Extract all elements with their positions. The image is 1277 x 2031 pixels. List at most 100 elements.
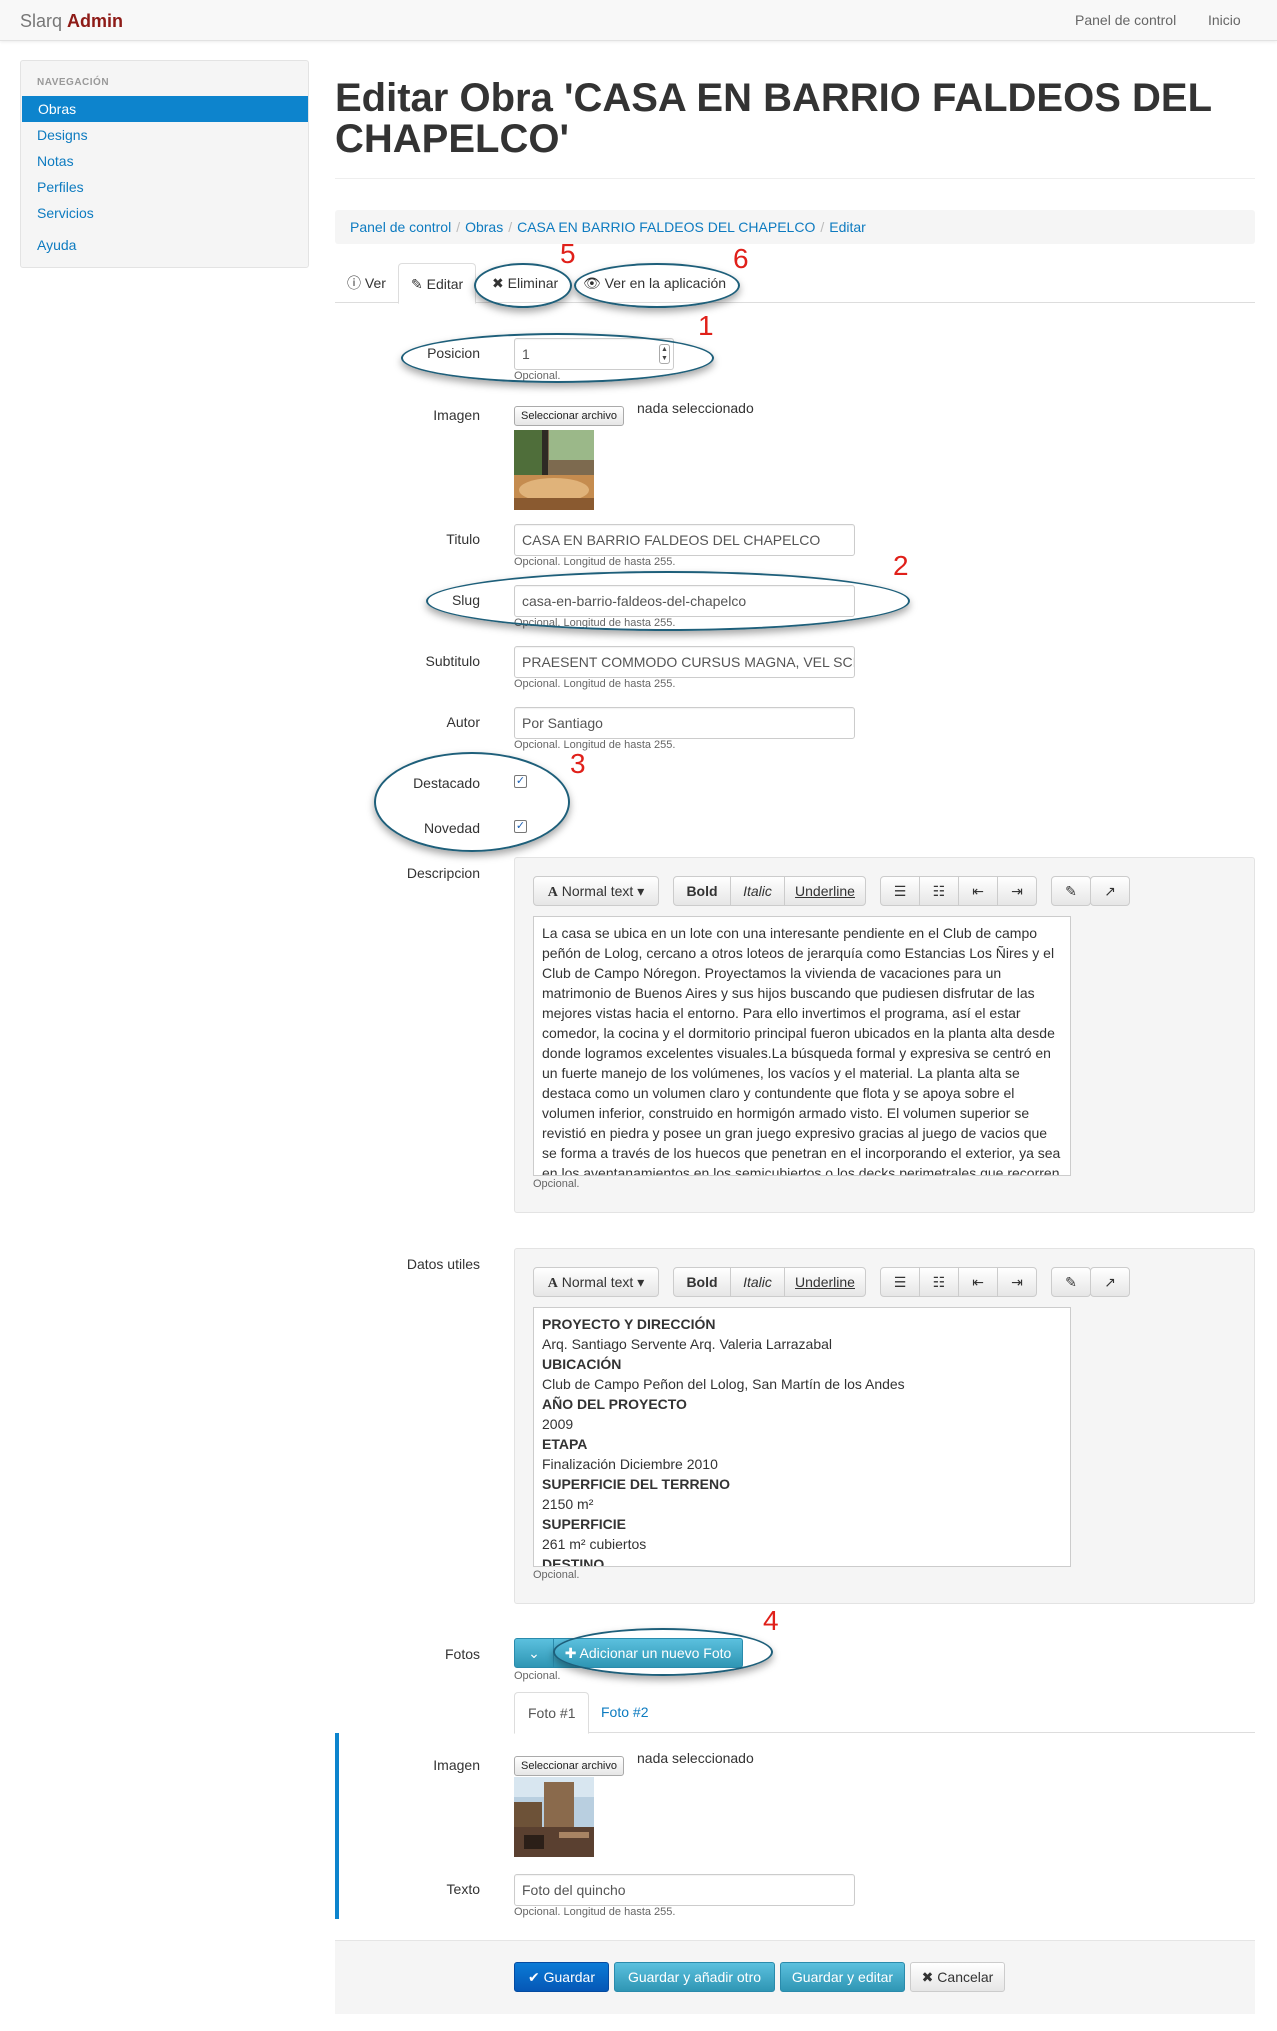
underline-button[interactable]: Underline xyxy=(784,876,866,906)
indent-icon[interactable]: ⇥ xyxy=(997,876,1037,906)
datos-editor[interactable]: PROYECTO Y DIRECCIÓN Arq. Santiago Serven… xyxy=(533,1307,1071,1567)
annotation-number-5: 5 xyxy=(560,238,576,269)
datos-line: 2150 m² xyxy=(542,1496,594,1512)
share-icon[interactable]: ↗ xyxy=(1090,1267,1130,1297)
ordered-list-icon[interactable]: ☷ xyxy=(919,1267,959,1297)
annotation-oval-3 xyxy=(374,752,570,852)
sidebar: NAVEGACIÓN Obras Designs Notas Perfiles … xyxy=(20,60,309,268)
sidebar-item-notas[interactable]: Notas xyxy=(21,148,308,174)
italic-button[interactable]: Italic xyxy=(730,1267,785,1297)
sidebar-item-servicios[interactable]: Servicios xyxy=(21,200,308,226)
pencil-icon: ✎ xyxy=(411,276,423,292)
indent-icon[interactable]: ⇥ xyxy=(997,1267,1037,1297)
descripcion-line: revistió en piedra y posee un gran juego… xyxy=(542,1125,1048,1141)
annotation-number-4: 4 xyxy=(763,1605,779,1636)
bold-button[interactable]: Bold xyxy=(673,1267,731,1297)
unordered-list-icon[interactable]: ☰ xyxy=(880,876,920,906)
descripcion-line: comedor, la cocina y el dormitorio princ… xyxy=(542,1025,1055,1041)
datos-line: Finalización Diciembre 2010 xyxy=(542,1456,718,1472)
subtitulo-help: Opcional. Longitud de hasta 255. xyxy=(514,678,676,690)
datos-line: UBICACIÓN xyxy=(542,1356,622,1372)
sidebar-item-perfiles[interactable]: Perfiles xyxy=(21,174,308,200)
breadcrumb: Panel de control / Obras / CASA EN BARRIO FA… xyxy=(335,210,1255,244)
titulo-label: Titulo xyxy=(446,531,480,547)
sidebar-item-obras[interactable]: Obras xyxy=(22,96,308,122)
guardar-button[interactable]: ✔ Guardar xyxy=(514,1962,609,1992)
subtitulo-input[interactable]: PRAESENT COMMODO CURSUS MAGNA, VEL SCI xyxy=(514,646,855,678)
divider xyxy=(335,178,1255,179)
autor-input[interactable]: Por Santiago xyxy=(514,707,855,739)
foto-file-select-button[interactable]: Seleccionar archivo xyxy=(514,1756,624,1776)
annotation-oval-4 xyxy=(553,1628,773,1676)
datos-line: DESTINO xyxy=(542,1556,605,1567)
guardar-anadir-button[interactable]: Guardar y añadir otro xyxy=(614,1962,775,1992)
pencil-icon[interactable]: ✎ xyxy=(1051,1267,1091,1297)
datos-line: Club de Campo Peñon del Lolog, San Martí… xyxy=(542,1376,905,1392)
check-icon: ✔ xyxy=(528,1969,540,1985)
descripcion-line: destaca como un volumen claro y contunde… xyxy=(542,1085,1015,1101)
italic-button[interactable]: Italic xyxy=(730,876,785,906)
underline-button[interactable]: Underline xyxy=(784,1267,866,1297)
sidebar-item-ayuda[interactable]: Ayuda xyxy=(21,232,308,258)
breadcrumb-obras[interactable]: Obras xyxy=(465,219,503,235)
chevron-down-icon[interactable]: ⌄ xyxy=(514,1638,554,1668)
datos-line: ETAPA xyxy=(542,1436,588,1452)
foto-tabs: Foto #1 Foto #2 xyxy=(514,1692,1255,1734)
file-select-button[interactable]: Seleccionar archivo xyxy=(514,406,624,426)
foto-imagen-label: Imagen xyxy=(433,1757,480,1773)
brand-logo[interactable]: Slarq Admin xyxy=(20,11,123,32)
pencil-icon[interactable]: ✎ xyxy=(1051,876,1091,906)
titulo-input[interactable]: CASA EN BARRIO FALDEOS DEL CHAPELCO xyxy=(514,524,855,556)
datos-line: SUPERFICIE DEL TERRENO xyxy=(542,1476,730,1492)
datos-line: 2009 xyxy=(542,1416,574,1432)
sidebar-item-designs[interactable]: Designs xyxy=(21,122,308,148)
tab-foto-1[interactable]: Foto #1 xyxy=(514,1692,590,1734)
cancelar-button[interactable]: ✖ Cancelar xyxy=(910,1962,1005,1992)
annotation-number-6: 6 xyxy=(733,243,749,274)
titulo-help: Opcional. Longitud de hasta 255. xyxy=(514,556,676,568)
tab-foto-2[interactable]: Foto #2 xyxy=(588,1692,661,1733)
nav-panel-control[interactable]: Panel de control xyxy=(1075,12,1176,28)
descripcion-line: en los aventanamientos en los semicubier… xyxy=(542,1165,1060,1176)
outdent-icon[interactable]: ⇤ xyxy=(958,1267,998,1297)
descripcion-line: peñón de Lolog, cercano a otros loteos d… xyxy=(542,945,1055,961)
breadcrumb-obra[interactable]: CASA EN BARRIO FALDEOS DEL CHAPELCO xyxy=(517,219,815,235)
descripcion-line: Club de Campo Nóregon. Proyectamos la vi… xyxy=(542,965,1002,981)
breadcrumb-editar[interactable]: Editar xyxy=(829,219,866,235)
descripcion-line: se forma a través de los huecos que pene… xyxy=(542,1145,1061,1161)
descripcion-line: mejores vistas hacia el entorno. Para el… xyxy=(542,1005,1021,1021)
fotos-label: Fotos xyxy=(444,1646,480,1662)
foto-file-status: nada seleccionado xyxy=(637,1750,754,1766)
unordered-list-icon[interactable]: ☰ xyxy=(880,1267,920,1297)
tab-ver[interactable]: ⓘ Ver xyxy=(335,263,398,303)
datos-line: SUPERFICIE xyxy=(542,1516,627,1532)
breadcrumb-panel[interactable]: Panel de control xyxy=(350,219,451,235)
foto-panel-indicator xyxy=(335,1733,339,1919)
datos-line: PROYECTO Y DIRECCIÓN xyxy=(542,1316,716,1332)
annotation-number-1: 1 xyxy=(698,310,714,341)
ordered-list-icon[interactable]: ☷ xyxy=(919,876,959,906)
normal-text-dropdown[interactable]: A Normal text ▾ xyxy=(533,876,659,906)
page-title: Editar Obra 'CASA EN BARRIO FALDEOS DEL … xyxy=(335,76,1212,161)
bold-button[interactable]: Bold xyxy=(673,876,731,906)
image-thumbnail xyxy=(514,430,594,510)
font-icon: A xyxy=(547,1276,558,1291)
datos-line: 261 m² cubiertos xyxy=(542,1536,647,1552)
normal-text-dropdown[interactable]: A Normal text ▾ xyxy=(533,1267,659,1297)
autor-help: Opcional. Longitud de hasta 255. xyxy=(514,739,676,751)
fotos-help: Opcional. xyxy=(514,1670,561,1682)
descripcion-help: Opcional. xyxy=(533,1178,580,1190)
descripcion-wrapper: A Normal text ▾ Bold Italic Underline ☰ … xyxy=(514,857,1255,1213)
guardar-editar-button[interactable]: Guardar y editar xyxy=(780,1962,905,1992)
descripcion-editor[interactable]: La casa se ubica en un lote con una inte… xyxy=(533,916,1071,1176)
close-icon: ✖ xyxy=(921,1969,934,1985)
annotation-oval-1 xyxy=(401,333,714,383)
foto-texto-input[interactable]: Foto del quincho xyxy=(514,1874,855,1906)
share-icon[interactable]: ↗ xyxy=(1090,876,1130,906)
annotation-oval-6 xyxy=(574,263,740,308)
annotation-number-3: 3 xyxy=(570,748,586,779)
descripcion-label: Descripcion xyxy=(406,865,480,881)
outdent-icon[interactable]: ⇤ xyxy=(958,876,998,906)
tab-editar[interactable]: ✎ Editar xyxy=(398,263,477,304)
nav-inicio[interactable]: Inicio xyxy=(1208,12,1241,28)
